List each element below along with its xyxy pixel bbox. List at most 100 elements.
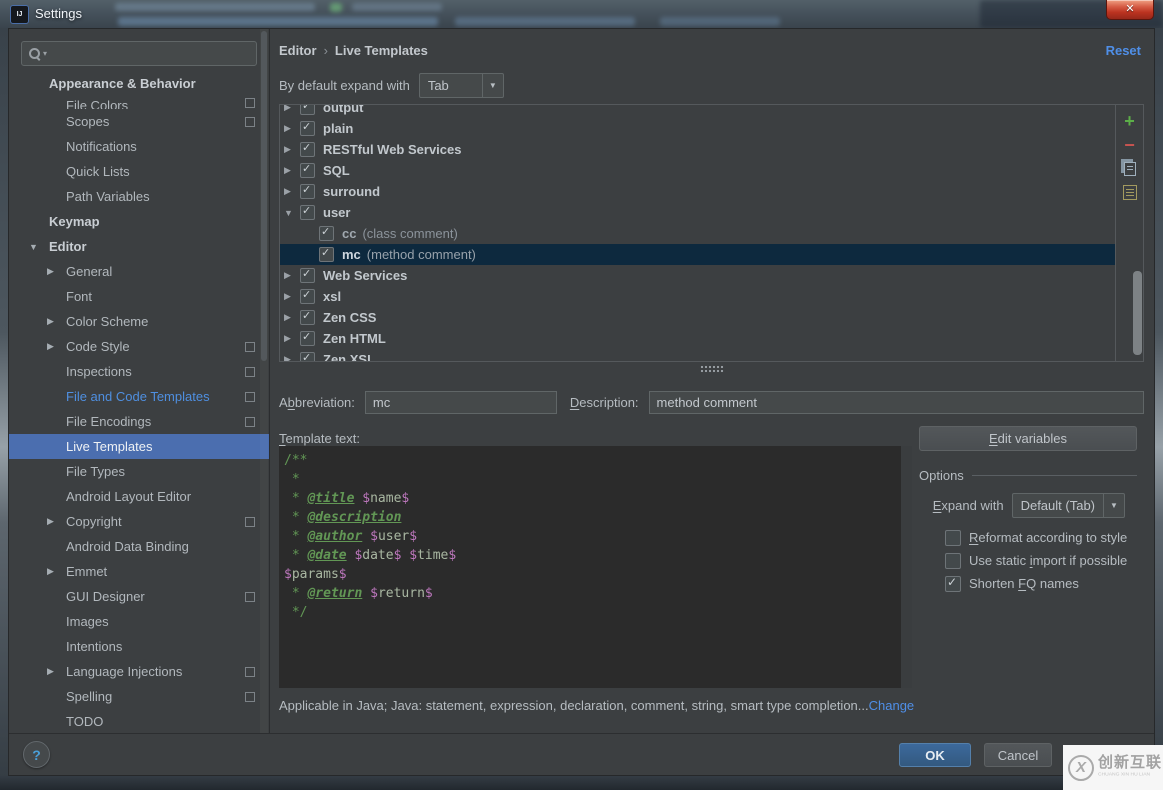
abbreviation-field[interactable] — [365, 391, 557, 414]
sidebar-item[interactable]: ▶ Language Injections — [9, 659, 269, 684]
add-button[interactable]: + — [1119, 110, 1141, 131]
sidebar-item[interactable]: Live Templates — [9, 434, 269, 459]
sidebar-item[interactable]: Spelling — [9, 684, 269, 709]
breadcrumb-editor[interactable]: Editor — [279, 43, 317, 58]
expander-icon[interactable]: ▶ — [47, 666, 61, 677]
checkbox[interactable] — [945, 553, 961, 569]
checkbox[interactable] — [300, 331, 315, 346]
sidebar-item[interactable]: Android Data Binding — [9, 534, 269, 559]
checkbox[interactable] — [300, 289, 315, 304]
expander-icon[interactable]: ▶ — [47, 341, 61, 352]
chevron-down-icon[interactable]: ▼ — [1103, 494, 1124, 517]
checkbox[interactable] — [300, 163, 315, 178]
expander-icon[interactable]: ▶ — [284, 312, 300, 323]
sidebar-item[interactable]: File Encodings — [9, 409, 269, 434]
sidebar-item[interactable]: ▶ Copyright — [9, 509, 269, 534]
checkbox[interactable] — [300, 205, 315, 220]
sidebar-item[interactable]: Appearance & Behavior — [9, 71, 269, 96]
change-link[interactable]: Change — [869, 698, 915, 713]
checkbox[interactable] — [300, 352, 315, 361]
expander-icon[interactable]: ▶ — [284, 354, 300, 361]
duplicate-button[interactable] — [1119, 158, 1141, 179]
sidebar-item[interactable]: Intentions — [9, 634, 269, 659]
template-text-editor[interactable]: /** * * @title $name$ * @description * @… — [279, 446, 912, 688]
option-checkbox-row[interactable]: Shorten FQ names — [919, 572, 1137, 595]
sidebar-scrollbar[interactable] — [260, 29, 268, 734]
editor-scrollbar[interactable] — [901, 446, 912, 688]
template-row[interactable]: ▶ surround — [280, 181, 1115, 202]
sidebar-item[interactable]: File Types — [9, 459, 269, 484]
expander-icon[interactable]: ▶ — [284, 105, 300, 113]
sidebar-item[interactable]: Path Variables — [9, 184, 269, 209]
ok-button[interactable]: OK — [899, 743, 971, 767]
template-row[interactable]: cc (class comment) — [280, 223, 1115, 244]
restore-defaults-button[interactable] — [1119, 182, 1141, 203]
default-expand-select[interactable]: Tab ▼ — [419, 73, 504, 98]
expander-icon[interactable]: ▶ — [47, 316, 61, 327]
remove-button[interactable]: − — [1119, 134, 1141, 155]
sidebar-item[interactable]: ▶ General — [9, 259, 269, 284]
sidebar-item[interactable]: Notifications — [9, 134, 269, 159]
titlebar[interactable]: IJ Settings ✕ — [0, 0, 1163, 28]
expander-icon[interactable]: ▶ — [284, 333, 300, 344]
expander-icon[interactable]: ▶ — [284, 144, 300, 155]
template-row[interactable]: ▶ SQL — [280, 160, 1115, 181]
checkbox[interactable] — [945, 576, 961, 592]
template-row[interactable]: ▶ Zen HTML — [280, 328, 1115, 349]
sidebar-item[interactable]: Font — [9, 284, 269, 309]
scrollbar-thumb[interactable] — [261, 31, 267, 361]
template-row[interactable]: mc (method comment) — [280, 244, 1115, 265]
sidebar-item[interactable]: File Colors — [9, 96, 269, 109]
close-button[interactable]: ✕ — [1106, 0, 1154, 20]
sidebar-item[interactable]: ▼ Editor — [9, 234, 269, 259]
description-field[interactable] — [649, 391, 1144, 414]
sidebar-item[interactable]: GUI Designer — [9, 584, 269, 609]
sidebar-item[interactable]: Android Layout Editor — [9, 484, 269, 509]
sidebar-item[interactable]: File and Code Templates — [9, 384, 269, 409]
search-input[interactable]: ▾ — [21, 41, 257, 66]
checkbox[interactable] — [319, 226, 334, 241]
template-row[interactable]: ▶ Web Services — [280, 265, 1115, 286]
template-row[interactable]: ▶ xsl — [280, 286, 1115, 307]
expander-icon[interactable]: ▶ — [284, 291, 300, 302]
sidebar-item[interactable]: ▶ Emmet — [9, 559, 269, 584]
checkbox[interactable] — [300, 184, 315, 199]
template-row[interactable]: ▶ output — [280, 105, 1115, 118]
checkbox[interactable] — [300, 142, 315, 157]
sidebar-item[interactable]: Inspections — [9, 359, 269, 384]
expander-icon[interactable]: ▼ — [284, 208, 300, 218]
option-checkbox-row[interactable]: Reformat according to style — [919, 526, 1137, 549]
expand-with-select[interactable]: Default (Tab) ▼ — [1012, 493, 1125, 518]
option-checkbox-row[interactable]: Use static import if possible — [919, 549, 1137, 572]
help-button[interactable]: ? — [23, 741, 50, 768]
checkbox[interactable] — [319, 247, 334, 262]
checkbox[interactable] — [945, 530, 961, 546]
sidebar-item[interactable]: Scopes — [9, 109, 269, 134]
expander-icon[interactable]: ▶ — [284, 186, 300, 197]
expander-icon[interactable]: ▶ — [47, 266, 61, 277]
splitter-handle[interactable] — [700, 365, 724, 373]
expander-icon[interactable]: ▶ — [284, 165, 300, 176]
expander-icon[interactable]: ▶ — [284, 270, 300, 281]
expander-icon[interactable]: ▶ — [284, 123, 300, 134]
checkbox[interactable] — [300, 268, 315, 283]
template-row[interactable]: ▶ Zen CSS — [280, 307, 1115, 328]
reset-link[interactable]: Reset — [1106, 43, 1141, 58]
template-row[interactable]: ▶ plain — [280, 118, 1115, 139]
sidebar-item[interactable]: Images — [9, 609, 269, 634]
sidebar-item[interactable]: ▶ Code Style — [9, 334, 269, 359]
sidebar-item[interactable]: Keymap — [9, 209, 269, 234]
sidebar-item[interactable]: TODO — [9, 709, 269, 734]
cancel-button[interactable]: Cancel — [984, 743, 1052, 767]
template-row[interactable]: ▶ Zen XSL — [280, 349, 1115, 361]
checkbox[interactable] — [300, 310, 315, 325]
expander-icon[interactable]: ▶ — [47, 566, 61, 577]
sidebar-item[interactable]: Quick Lists — [9, 159, 269, 184]
expander-icon[interactable]: ▼ — [29, 242, 43, 252]
expander-icon[interactable]: ▶ — [47, 516, 61, 527]
checkbox[interactable] — [300, 121, 315, 136]
template-row[interactable]: ▼ user — [280, 202, 1115, 223]
sidebar-item[interactable]: ▶ Color Scheme — [9, 309, 269, 334]
chevron-down-icon[interactable]: ▼ — [482, 74, 503, 97]
checkbox[interactable] — [300, 105, 315, 115]
